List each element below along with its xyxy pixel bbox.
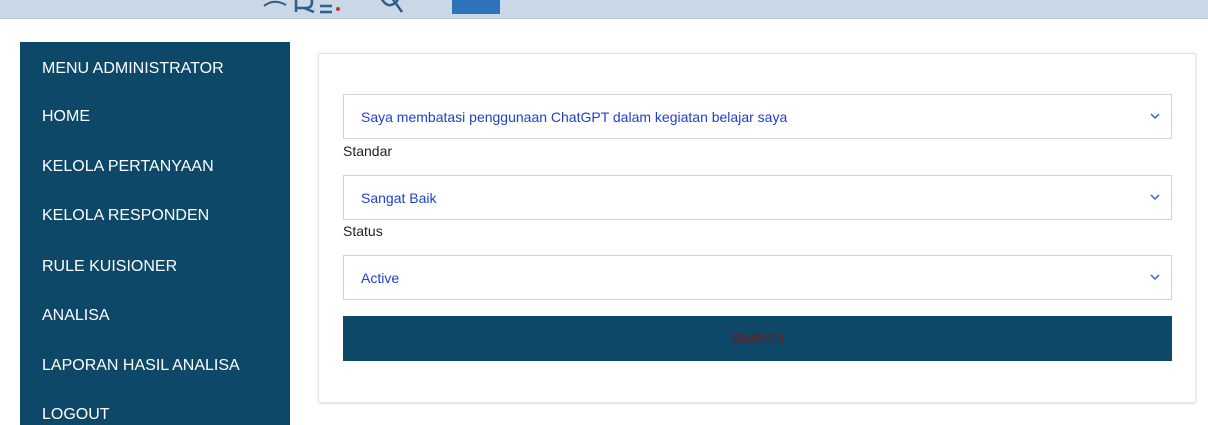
sidebar-item-analisa[interactable]: ANALISA — [42, 307, 110, 325]
sidebar-item-rule-kuisioner[interactable]: RULE KUISIONER — [42, 258, 177, 276]
chevron-down-icon — [1150, 113, 1160, 120]
rule-form-card: Saya membatasi penggunaan ChatGPT dalam … — [318, 53, 1196, 403]
standar-select[interactable]: Sangat Baik — [343, 175, 1172, 220]
admin-sidebar: MENU ADMINISTRATOR HOME KELOLA PERTANYAA… — [20, 42, 290, 425]
status-select-value: Active — [361, 270, 400, 286]
logo-icon — [263, 0, 500, 14]
standar-select-value: Sangat Baik — [361, 190, 437, 206]
sidebar-item-kelola-responden[interactable]: KELOLA RESPONDEN — [42, 207, 209, 225]
question-select-value: Saya membatasi penggunaan ChatGPT dalam … — [361, 109, 788, 125]
save-button[interactable]: SIMPAN — [343, 316, 1172, 361]
sidebar-item-kelola-pertanyaan[interactable]: KELOLA PERTANYAAN — [42, 158, 214, 176]
chevron-down-icon — [1150, 194, 1160, 201]
status-label: Status — [343, 223, 383, 239]
sidebar-heading-menu-administrator: MENU ADMINISTRATOR — [42, 60, 224, 77]
status-select[interactable]: Active — [343, 255, 1172, 300]
save-button-label: SIMPAN — [731, 330, 784, 346]
sidebar-item-laporan-hasil-analisa[interactable]: LAPORAN HASIL ANALISA — [42, 357, 240, 375]
standar-label: Standar — [343, 143, 393, 159]
sidebar-item-home[interactable]: HOME — [42, 108, 90, 126]
top-banner — [0, 0, 1208, 19]
chevron-down-icon — [1150, 274, 1160, 281]
question-select[interactable]: Saya membatasi penggunaan ChatGPT dalam … — [343, 94, 1172, 139]
sidebar-item-logout[interactable]: LOGOUT — [42, 406, 110, 424]
